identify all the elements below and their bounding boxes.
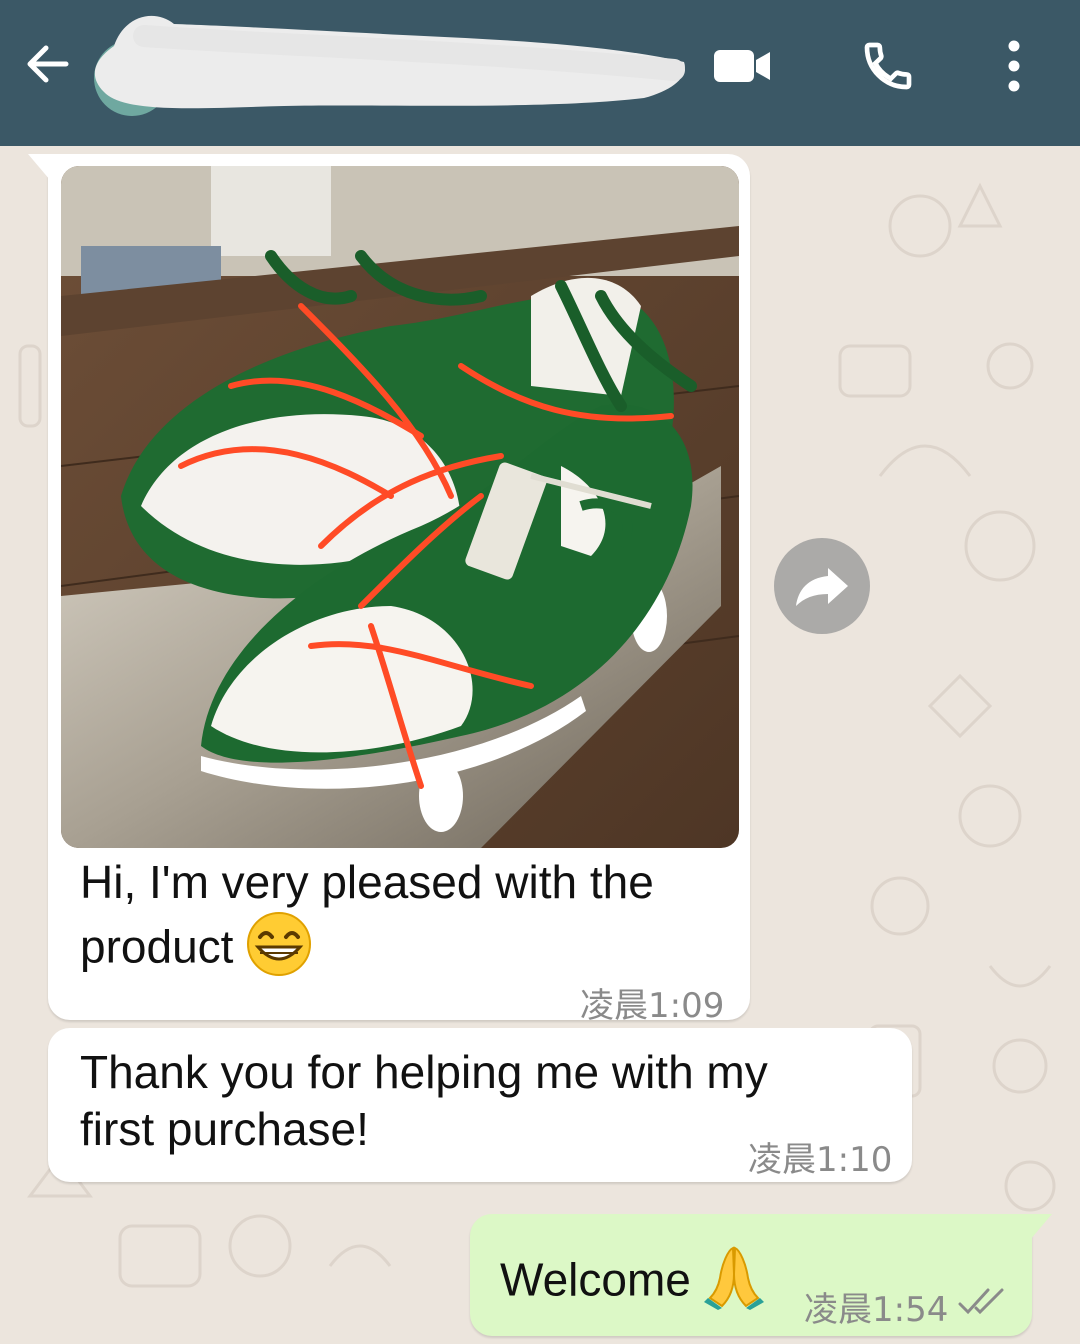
forward-icon[interactable] (774, 538, 870, 634)
phone-call-icon[interactable] (852, 30, 924, 102)
message-time: 凌晨1:10 (748, 1140, 893, 1180)
incoming-text-message[interactable]: Thank you for helping me with my first p… (48, 1028, 912, 1182)
outgoing-text-message[interactable]: Welcome 凌晨1:54 (470, 1214, 1052, 1336)
chat-area[interactable]: Hi, I'm very pleased with the product 凌晨… (0, 146, 1080, 1344)
video-call-icon[interactable] (706, 30, 778, 102)
folded-hands-icon (703, 1244, 764, 1323)
message-text-line: first purchase! (80, 1103, 369, 1155)
double-check-icon (958, 1286, 1006, 1321)
message-text-line: Thank you for helping me with my (80, 1046, 768, 1098)
chat-header (0, 0, 1080, 146)
incoming-image-message[interactable]: Hi, I'm very pleased with the product 凌晨… (28, 154, 750, 1026)
message-time: 凌晨1:54 (804, 1290, 949, 1330)
sneaker-photo[interactable] (61, 166, 739, 848)
back-arrow-icon[interactable] (20, 36, 76, 92)
redacted-contact-name[interactable] (84, 6, 694, 118)
message-text: Welcome (500, 1253, 691, 1306)
message-text: Hi, I'm very pleased with the product (80, 856, 654, 973)
more-options-icon[interactable] (978, 30, 1050, 102)
grinning-face-icon (246, 911, 312, 990)
message-time: 凌晨1:09 (580, 986, 725, 1026)
